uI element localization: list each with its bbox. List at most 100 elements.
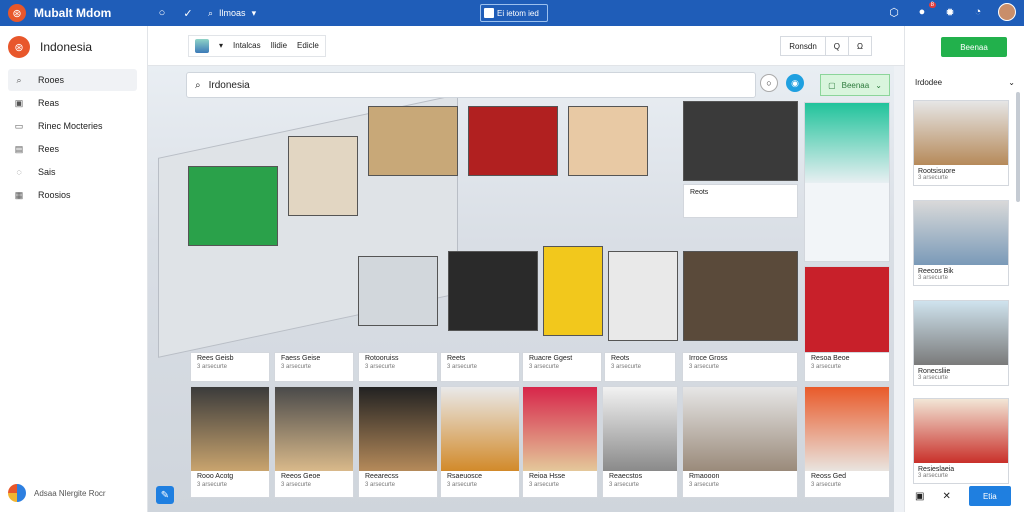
toolbar-right-0[interactable]: Ronsdn — [781, 37, 826, 55]
list-item[interactable]: Rees Geisb 3 arsecurte — [190, 352, 270, 382]
filter-button[interactable]: ▢ Beenaa ⌄ — [820, 74, 890, 96]
card-sub: 3 arsecurte — [197, 364, 228, 370]
circle-icon[interactable]: ○ — [154, 5, 170, 21]
toolbar-item-0[interactable]: Intalcas — [233, 41, 261, 50]
chevron-down-icon: ▾ — [251, 7, 257, 18]
close-icon[interactable]: ✕ — [942, 491, 950, 502]
card-image — [603, 387, 677, 471]
scrollbar[interactable] — [1016, 92, 1020, 202]
card-title: Rooo Acotg — [197, 473, 234, 480]
user-icon: ▣ — [14, 97, 24, 108]
card-title: Rmaooon — [689, 473, 720, 480]
card-image — [441, 387, 519, 471]
primary-action-button[interactable]: Beenaa — [941, 37, 1007, 57]
card-title: Reearecss — [365, 473, 399, 480]
sidebar-item-4[interactable]: ◌ Sais — [8, 161, 137, 183]
list-item[interactable]: Rooo Acotg 3 arsecurte — [190, 386, 270, 498]
right-panel-actions: ▣ ✕ Etia — [915, 486, 1011, 506]
chevron-down-icon[interactable]: ▾ — [219, 41, 223, 50]
toolbar-right-group: Ronsdn Q Ω — [780, 36, 872, 56]
bell-icon[interactable]: ◔ — [970, 4, 986, 20]
toolbar-right-1[interactable]: Q — [826, 37, 850, 55]
clear-button[interactable]: ○ — [760, 74, 778, 92]
card-title: Reots — [611, 355, 630, 362]
notifications-icon[interactable]: ● 8 — [914, 2, 936, 20]
list-item[interactable]: Rotooruiss 3 arsecurte — [358, 352, 438, 382]
list-item[interactable]: Irroce Gross 3 arsecurte — [682, 352, 798, 382]
list-item[interactable]: Reoss Ged 3 arsecurte — [804, 386, 890, 498]
image-icon[interactable]: ▣ — [915, 491, 924, 502]
store-image — [805, 267, 889, 355]
right-card-sub: 3 arsecurte — [918, 473, 949, 479]
filter-button-label: Beenaa — [841, 80, 870, 90]
pin-icon[interactable]: ⬡ — [886, 4, 902, 20]
avatar[interactable] — [998, 3, 1016, 21]
right-card[interactable]: Ronecsliie 3 arsecurte — [913, 300, 1009, 386]
sidebar-item-5[interactable]: ▦ Roosios — [8, 184, 137, 206]
toolbar-item-2[interactable]: Edicle — [297, 41, 319, 50]
list-item[interactable]: Reearecss 3 arsecurte — [358, 386, 438, 498]
right-primary-button[interactable]: Etia — [968, 486, 1011, 506]
sidebar-item-2[interactable]: ▭ Rinec Mocteries — [8, 115, 137, 137]
right-card[interactable]: Reecos Bik 3 arsecurte — [913, 200, 1009, 286]
toolbar-right-2[interactable]: Ω — [849, 37, 871, 55]
list-item[interactable]: Reets 3 arsecurte — [440, 352, 520, 382]
promo-store-card[interactable] — [804, 266, 890, 358]
sidebar-item-label: Rooes — [38, 75, 65, 85]
card-sub: 3 arsecurte — [609, 482, 640, 488]
right-card-title: Reecos Bik — [918, 268, 954, 275]
list-item[interactable]: Rsaeuosce 3 arsecurte — [440, 386, 520, 498]
right-card[interactable]: Resieslaeia 3 arsecurte — [913, 398, 1009, 484]
right-card-image — [914, 101, 1008, 165]
submit-button[interactable]: ◉ — [786, 74, 804, 92]
list-item[interactable]: Reeos Geoe 3 arsecurte — [274, 386, 354, 498]
edit-button[interactable]: ✎ — [156, 486, 174, 504]
list-item[interactable]: Rmaooon 3 arsecurte — [682, 386, 798, 498]
promo-card[interactable] — [804, 102, 890, 262]
list-item[interactable]: Ruacre Ggest 3 arsecurte — [522, 352, 602, 382]
right-card-title: Ronecsliie — [918, 368, 951, 375]
right-panel-header[interactable]: Irdodee ⌄ — [915, 78, 1015, 87]
card-sub: 3 arsecurte — [611, 364, 642, 370]
footer-logo-icon — [8, 484, 26, 502]
promo-image — [805, 103, 889, 183]
toolbar-item-1[interactable]: Ilidie — [271, 41, 287, 50]
list-item[interactable]: Reots 3 arsecurte — [604, 352, 676, 382]
list-item[interactable]: Faess Geise 3 arsecurte — [274, 352, 354, 382]
check-icon[interactable]: ✓ — [180, 5, 196, 21]
sidebar: ⊛ Indonesia ⌕ Rooes ▣ Reas ▭ Rinec Mocterie… — [0, 26, 148, 512]
sidebar-footer-label: Adsaa Nlergite Rocr — [34, 488, 106, 498]
sidebar-footer[interactable]: Adsaa Nlergite Rocr — [8, 484, 106, 502]
sidebar-item-0[interactable]: ⌕ Rooes — [8, 69, 137, 91]
right-card-image — [914, 399, 1008, 463]
store-label-title: Reots — [690, 189, 709, 196]
right-card-title: Rootsisuore — [918, 168, 956, 175]
list-item[interactable]: Reaecstos 3 arsecurte — [602, 386, 678, 498]
list-item[interactable]: Resoa Beoe 3 arsecurte — [804, 352, 890, 382]
right-card-title: Resieslaeia — [918, 466, 955, 473]
sidebar-item-1[interactable]: ▣ Reas — [8, 92, 137, 114]
center-chip[interactable]: Ei ietom ied — [480, 4, 548, 22]
search-input[interactable]: ⌕ Irdonesia — [186, 72, 756, 98]
right-card[interactable]: Rootsisuore 3 arsecurte — [913, 100, 1009, 186]
card-title: Ruacre Ggest — [529, 355, 573, 362]
filter-icon: ▢ — [828, 80, 836, 90]
chevron-down-icon: ⌄ — [1008, 78, 1015, 87]
app-logo-icon: ⊛ — [8, 4, 26, 22]
card-sub: 3 arsecurte — [689, 364, 720, 370]
settings-icon[interactable]: ✹ — [942, 4, 958, 20]
card-title: Rotooruiss — [365, 355, 399, 362]
card-sub: 3 arsecurte — [529, 364, 560, 370]
list-item[interactable]: Reioa Hsse 3 arsecurte — [522, 386, 598, 498]
sidebar-item-label: Rinec Mocteries — [38, 121, 103, 131]
card-sub: 3 arsecurte — [365, 482, 396, 488]
card-image — [359, 387, 437, 471]
chip-icon — [484, 8, 494, 18]
settings-icon: ▦ — [14, 189, 24, 200]
top-search[interactable]: ⌕ Ilmoas ▾ — [208, 8, 256, 19]
card-title: Resoa Beoe — [811, 355, 850, 362]
sidebar-item-label: Roosios — [38, 190, 71, 200]
right-card-sub: 3 arsecurte — [918, 375, 949, 381]
sidebar-item-3[interactable]: ▤ Rees — [8, 138, 137, 160]
store-label-card[interactable]: Reots — [683, 184, 798, 218]
